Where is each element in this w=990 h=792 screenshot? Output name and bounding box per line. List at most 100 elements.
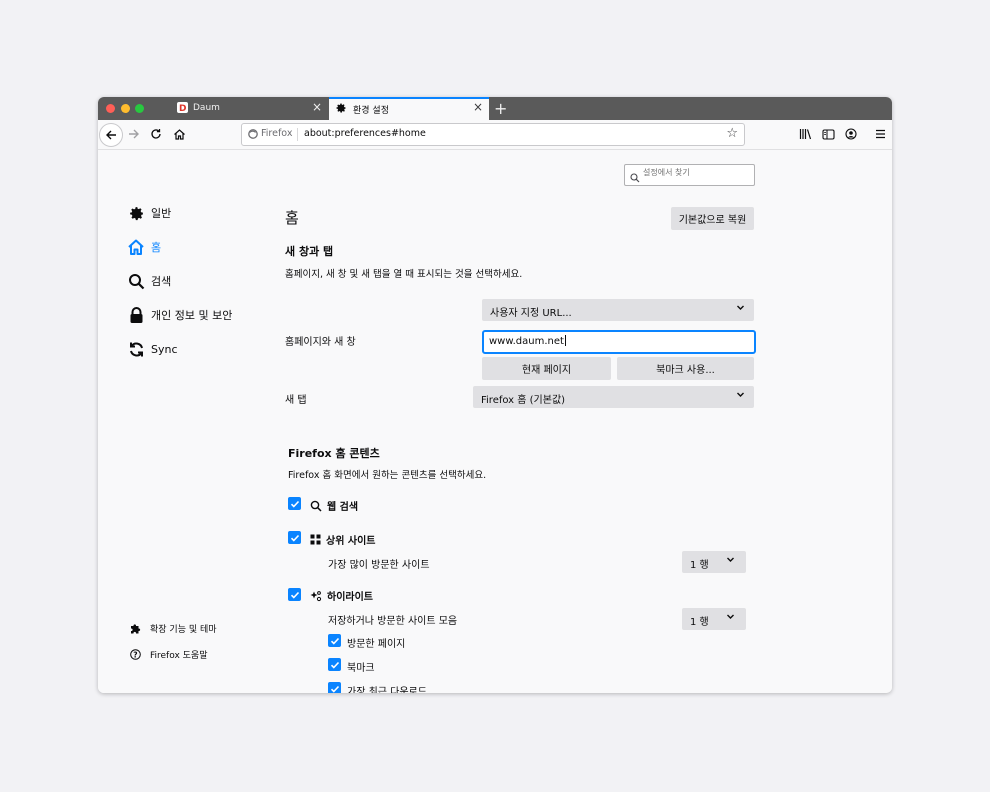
- homepage-mode-value: 사용자 지정 URL...: [490, 308, 572, 319]
- help-label: Firefox 도움말: [150, 651, 208, 661]
- highlights-icon: [310, 590, 322, 602]
- recent-downloads-label: 가장 최근 다운로드: [347, 687, 427, 693]
- preferences-search[interactable]: [624, 164, 755, 186]
- highlights-rows-select[interactable]: 1 행: [682, 608, 746, 630]
- checkmark-icon: [290, 534, 299, 542]
- active-tab-indicator: [329, 97, 489, 99]
- chevron-down-icon: [726, 555, 735, 567]
- top-sites-option: 상위 사이트: [310, 532, 375, 547]
- homepage-url-input[interactable]: www.daum.net: [482, 330, 756, 354]
- homepage-label: 홈페이지와 새 창: [285, 337, 356, 348]
- tab-strip: D Daum × 환경 설정 × +: [98, 97, 892, 120]
- sidebar-toggle-button[interactable]: [817, 123, 839, 145]
- new-windows-tabs-heading: 새 창과 탭: [285, 245, 334, 258]
- zoom-window-button[interactable]: [135, 104, 144, 113]
- search-icon: [310, 500, 322, 512]
- sidebar-item-label: Sync: [151, 342, 178, 356]
- back-button[interactable]: [99, 123, 123, 147]
- highlights-checkbox[interactable]: [288, 588, 301, 601]
- sidebar-item-label: 개인 정보 및 보안: [151, 309, 233, 322]
- use-current-page-button[interactable]: 현재 페이지: [482, 357, 611, 380]
- arrow-right-icon: [129, 129, 139, 139]
- addons-link[interactable]: 확장 기능 및 테마: [129, 622, 217, 635]
- top-sites-rows-value: 1 행: [690, 560, 709, 571]
- checkmark-icon: [290, 591, 299, 599]
- sidebar-item-search[interactable]: 검색: [127, 272, 171, 290]
- svg-text:?: ?: [133, 650, 137, 659]
- top-sites-label: 상위 사이트: [326, 536, 376, 547]
- arrow-left-icon: [106, 130, 116, 140]
- restore-defaults-button[interactable]: 기본값으로 복원: [671, 207, 754, 230]
- sidebar-item-privacy[interactable]: 개인 정보 및 보안: [127, 306, 232, 324]
- account-button[interactable]: [840, 123, 862, 145]
- chevron-down-icon: [736, 390, 745, 402]
- browser-window: D Daum × 환경 설정 × + Firefox about:prefere…: [98, 97, 892, 693]
- url-bar[interactable]: Firefox about:preferences#home ☆: [241, 123, 745, 146]
- tab-daum[interactable]: D Daum ×: [169, 97, 328, 120]
- recent-downloads-checkbox[interactable]: [328, 682, 341, 693]
- page-title: 홈: [285, 209, 299, 227]
- new-tab-button[interactable]: +: [494, 99, 507, 118]
- close-tab-icon[interactable]: ×: [312, 101, 322, 113]
- tab-preferences[interactable]: 환경 설정 ×: [329, 97, 489, 120]
- text-caret: [564, 335, 566, 346]
- home-content-heading: Firefox 홈 콘텐츠: [288, 447, 380, 460]
- app-menu-button[interactable]: [869, 123, 891, 145]
- home-icon: [173, 128, 185, 140]
- url-separator: [297, 128, 298, 141]
- lock-icon: [127, 306, 145, 324]
- minimize-window-button[interactable]: [121, 104, 130, 113]
- grid-icon: [310, 534, 321, 545]
- tab-label: 환경 설정: [353, 106, 389, 116]
- checkmark-icon: [330, 685, 339, 693]
- home-content-description: Firefox 홈 화면에서 원하는 콘텐츠를 선택하세요.: [288, 470, 487, 481]
- use-bookmark-button[interactable]: 북마크 사용...: [617, 357, 754, 380]
- top-sites-checkbox[interactable]: [288, 531, 301, 544]
- checkmark-icon: [330, 661, 339, 669]
- bookmark-star-icon[interactable]: ☆: [726, 126, 738, 141]
- search-icon: [127, 272, 145, 290]
- sidebar-item-sync[interactable]: Sync: [127, 340, 178, 358]
- forward-button[interactable]: [123, 123, 145, 145]
- help-link[interactable]: ? Firefox 도움말: [129, 648, 208, 661]
- library-button[interactable]: [794, 123, 816, 145]
- web-search-checkbox[interactable]: [288, 497, 301, 510]
- search-input[interactable]: [643, 168, 748, 177]
- url-text[interactable]: about:preferences#home: [304, 128, 426, 139]
- navigation-toolbar: Firefox about:preferences#home ☆: [98, 120, 892, 150]
- bookmarks-checkbox[interactable]: [328, 658, 341, 671]
- sidebar-item-general[interactable]: 일반: [127, 204, 171, 222]
- highlights-rows-value: 1 행: [690, 617, 709, 628]
- firefox-logo-icon: [248, 128, 258, 139]
- site-identity[interactable]: Firefox: [248, 128, 292, 139]
- tab-label: Daum: [193, 103, 220, 113]
- puzzle-icon: [129, 623, 141, 634]
- visited-pages-checkbox[interactable]: [328, 634, 341, 647]
- reload-icon: [151, 129, 161, 139]
- svg-text:D: D: [179, 104, 186, 113]
- homepage-url-value: www.daum.net: [489, 336, 564, 347]
- identity-label: Firefox: [261, 128, 293, 139]
- gear-icon: [335, 102, 347, 117]
- library-icon: [799, 129, 811, 140]
- sidebar-item-home[interactable]: 홈: [127, 238, 161, 256]
- new-tab-select[interactable]: Firefox 홈 (기본값): [473, 386, 754, 408]
- sidebar-item-label: 일반: [151, 207, 172, 220]
- reload-button[interactable]: [145, 123, 167, 145]
- search-icon: [630, 168, 640, 187]
- sync-icon: [127, 340, 145, 358]
- top-sites-rows-select[interactable]: 1 행: [682, 551, 746, 573]
- homepage-mode-select[interactable]: 사용자 지정 URL...: [482, 299, 754, 321]
- highlights-label: 하이라이트: [327, 592, 373, 603]
- checkmark-icon: [290, 500, 299, 508]
- highlights-option: 하이라이트: [310, 588, 373, 603]
- hamburger-icon: [875, 129, 885, 139]
- web-search-label: 웹 검색: [327, 502, 359, 513]
- account-icon: [845, 128, 857, 140]
- gear-icon: [127, 204, 145, 222]
- new-tab-label: 새 탭: [285, 395, 307, 406]
- home-button[interactable]: [168, 123, 190, 145]
- close-window-button[interactable]: [106, 104, 115, 113]
- close-tab-icon[interactable]: ×: [473, 101, 483, 113]
- addons-label: 확장 기능 및 테마: [150, 625, 217, 635]
